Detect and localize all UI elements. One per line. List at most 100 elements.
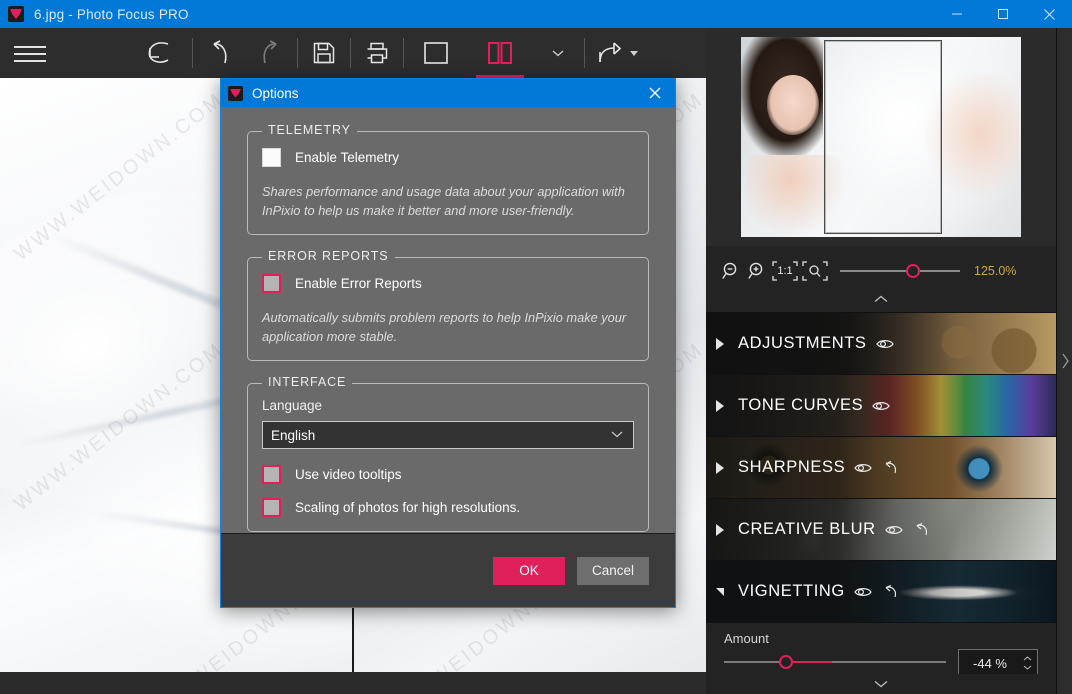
section-label: TONE CURVES <box>738 396 864 414</box>
enable-telemetry-label: Enable Telemetry <box>295 150 400 165</box>
window-titlebar: 6.jpg - Photo Focus PRO <box>0 0 1072 28</box>
zoom-toolbar: 1:1 125.0% <box>706 246 1056 296</box>
amount-value: -44 % <box>973 655 1007 671</box>
eye-icon[interactable] <box>875 338 894 350</box>
error-reports-legend: ERROR REPORTS <box>262 249 395 264</box>
floppy-save-icon[interactable] <box>298 28 350 78</box>
amount-slider[interactable] <box>724 655 946 669</box>
language-select[interactable]: English <box>262 421 634 450</box>
scaling-checkbox[interactable] <box>262 498 281 518</box>
section-label: CREATIVE BLUR <box>738 520 876 538</box>
section-label: ADJUSTMENTS <box>738 334 867 352</box>
spinner-arrows[interactable] <box>1021 656 1037 670</box>
undo-arrow-icon[interactable] <box>193 28 245 78</box>
section-sharpness[interactable]: SHARPNESS <box>706 436 1056 498</box>
section-vignetting[interactable]: VIGNETTING <box>706 560 1056 622</box>
redo-arrow-icon[interactable] <box>245 28 297 78</box>
error-reports-hint: Automatically submits problem reports to… <box>262 310 627 344</box>
printer-icon[interactable] <box>351 28 403 78</box>
window-title: 6.jpg - Photo Focus PRO <box>34 6 189 22</box>
enable-telemetry-checkbox[interactable] <box>262 148 281 167</box>
eye-icon[interactable] <box>884 524 903 536</box>
close-icon[interactable] <box>1026 0 1072 28</box>
spinner-down-icon[interactable] <box>1023 665 1032 670</box>
enable-telemetry-row[interactable]: Enable Telemetry <box>262 148 634 167</box>
error-reports-group: ERROR REPORTS Enable Error Reports Autom… <box>247 249 649 362</box>
cancel-button[interactable]: Cancel <box>577 556 649 585</box>
enable-error-reports-checkbox[interactable] <box>262 274 281 294</box>
section-tone-curves[interactable]: TONE CURVES <box>706 374 1056 436</box>
share-arrow-icon[interactable] <box>585 28 649 78</box>
maximize-icon[interactable] <box>980 0 1026 28</box>
telemetry-hint: Shares performance and usage data about … <box>262 184 625 218</box>
interface-legend: INTERFACE <box>262 375 353 390</box>
chevron-right-icon[interactable] <box>1060 352 1070 370</box>
ok-button[interactable]: OK <box>493 556 565 585</box>
section-label: VIGNETTING <box>738 582 845 600</box>
minimize-icon[interactable] <box>934 0 980 28</box>
dialog-close-icon[interactable] <box>635 79 675 107</box>
telemetry-group: TELEMETRY Enable Telemetry Shares perfor… <box>247 123 649 236</box>
reset-arrow-icon[interactable] <box>881 584 899 600</box>
eye-icon[interactable] <box>854 586 872 598</box>
eye-icon[interactable] <box>854 462 872 474</box>
expand-triangle-icon[interactable] <box>716 461 724 474</box>
reset-arrow-icon[interactable] <box>881 460 899 476</box>
enable-error-reports-label: Enable Error Reports <box>295 276 422 292</box>
view-dropdown-chevron-down-icon[interactable] <box>532 28 584 78</box>
options-dialog: Options TELEMETRY Enable Telemetry Share… <box>220 78 676 608</box>
zoom-out-icon[interactable] <box>718 258 744 284</box>
interface-group: INTERFACE Language English Use video too… <box>247 375 649 533</box>
panel-expand-rail[interactable] <box>1056 28 1072 694</box>
share-caret-down-icon[interactable] <box>629 50 638 56</box>
zoom-in-icon[interactable] <box>744 258 770 284</box>
preview-image[interactable] <box>741 37 1021 237</box>
amount-slider-handle[interactable] <box>779 655 793 669</box>
dialog-body: TELEMETRY Enable Telemetry Shares perfor… <box>221 107 675 562</box>
amount-label: Amount <box>724 631 769 646</box>
actual-size-icon[interactable]: 1:1 <box>770 258 800 284</box>
spinner-up-icon[interactable] <box>1023 656 1032 661</box>
video-tooltips-row[interactable]: Use video tooltips <box>262 465 634 485</box>
crop-rectangle[interactable] <box>824 40 942 234</box>
hamburger-menu-icon[interactable] <box>0 28 60 78</box>
fit-to-screen-icon[interactable] <box>800 258 830 284</box>
dialog-title: Options <box>252 85 299 101</box>
expand-triangle-icon[interactable] <box>716 399 724 412</box>
app-logo-icon <box>8 6 24 22</box>
dialog-titlebar: Options <box>221 79 675 107</box>
amount-spinbox[interactable]: -44 % <box>958 649 1038 677</box>
zoom-slider-handle[interactable] <box>906 264 920 278</box>
section-label: SHARPNESS <box>738 458 846 476</box>
app-window: 6.jpg - Photo Focus PRO 1:1 125.0% ADJUS… <box>0 0 1072 694</box>
enable-error-reports-row[interactable]: Enable Error Reports <box>262 274 634 294</box>
video-tooltips-checkbox[interactable] <box>262 465 281 485</box>
telemetry-legend: TELEMETRY <box>262 123 357 137</box>
dialog-footer: OK Cancel <box>221 533 675 607</box>
adjustment-sections: ADJUSTMENTS TONE CURVES SHARPNESS CREATI… <box>706 312 1056 694</box>
section-adjustments[interactable]: ADJUSTMENTS <box>706 312 1056 374</box>
section-creative-blur[interactable]: CREATIVE BLUR <box>706 498 1056 560</box>
panel-scroll-down[interactable] <box>706 674 1056 694</box>
window-controls <box>934 0 1072 28</box>
actual-size-label: 1:1 <box>777 265 793 277</box>
collapse-triangle-icon[interactable] <box>716 587 724 596</box>
navigator-collapse-toggle[interactable] <box>706 290 1056 308</box>
eye-icon[interactable] <box>872 400 890 412</box>
scaling-row[interactable]: Scaling of photos for high resolutions. <box>262 498 634 518</box>
dialog-logo-icon <box>228 85 243 101</box>
single-pane-icon[interactable] <box>404 28 468 78</box>
chevron-up-icon[interactable] <box>872 294 890 304</box>
expand-triangle-icon[interactable] <box>716 337 724 350</box>
split-pane-icon[interactable] <box>468 28 532 78</box>
language-value: English <box>271 427 316 443</box>
navigator-preview[interactable] <box>706 28 1056 246</box>
expand-triangle-icon[interactable] <box>716 523 724 536</box>
zoom-slider[interactable] <box>840 264 960 278</box>
revert-arrow-icon[interactable] <box>128 28 192 78</box>
reset-arrow-icon[interactable] <box>912 522 930 538</box>
language-label: Language <box>262 398 323 414</box>
chevron-down-icon[interactable] <box>872 679 890 689</box>
zoom-level-value: 125.0% <box>974 264 1017 278</box>
chevron-down-icon[interactable] <box>610 426 624 444</box>
